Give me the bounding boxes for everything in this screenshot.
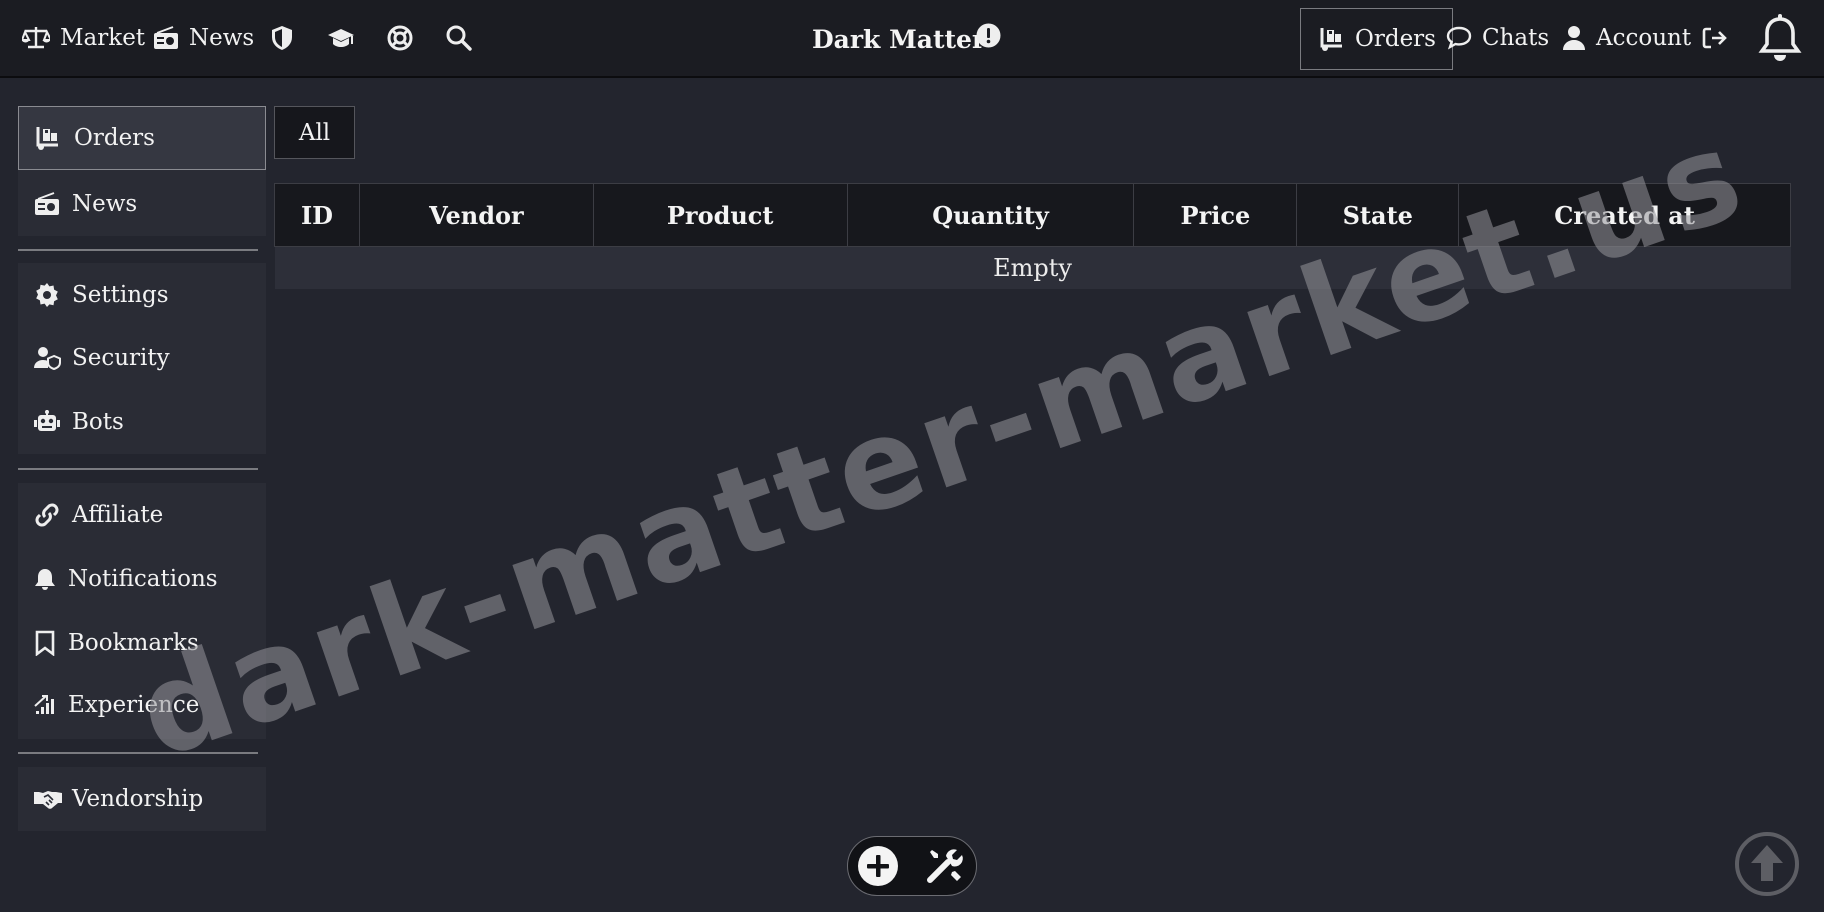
column-header-created-at[interactable]: Created at xyxy=(1458,183,1791,247)
life-ring-icon xyxy=(387,25,413,51)
nav-chats-label: Chats xyxy=(1482,25,1550,51)
nav-account[interactable]: Account xyxy=(1562,0,1691,76)
sidebar-divider xyxy=(18,468,258,470)
search-icon xyxy=(446,25,472,51)
sidebar-divider xyxy=(18,752,258,754)
nav-market-label: Market xyxy=(60,25,146,51)
bell-icon xyxy=(34,567,56,591)
floating-action-bar xyxy=(847,836,977,896)
graduation-cap-icon xyxy=(327,26,355,50)
nav-account-label: Account xyxy=(1596,25,1692,51)
column-header-quantity[interactable]: Quantity xyxy=(846,183,1135,247)
user-icon xyxy=(1562,25,1586,51)
empty-state-text: Empty xyxy=(274,246,1791,289)
column-header-state[interactable]: State xyxy=(1296,183,1460,247)
sidebar-item-bots[interactable]: Bots xyxy=(18,390,266,454)
column-header-product[interactable]: Product xyxy=(592,183,848,247)
table-row: Empty xyxy=(274,246,1791,289)
nav-logout[interactable] xyxy=(1702,0,1728,76)
bookmark-icon xyxy=(34,630,56,656)
sidebar-item-vendorship[interactable]: Vendorship xyxy=(18,767,266,831)
nav-education[interactable] xyxy=(327,0,355,76)
sidebar-group-account: Affiliate Notifications Bookmarks Experi… xyxy=(18,483,266,739)
sidebar-item-orders[interactable]: Orders xyxy=(18,106,266,170)
sidebar-group-main: Orders News xyxy=(18,106,266,236)
column-header-id[interactable]: ID xyxy=(274,183,360,247)
nav-shield[interactable] xyxy=(270,0,294,76)
sidebar-item-label: Bookmarks xyxy=(68,630,199,656)
nav-notifications[interactable] xyxy=(1758,0,1802,76)
sidebar-item-label: Affiliate xyxy=(72,502,164,528)
top-navbar: Market News Dark Matter Orders Chats Acc… xyxy=(0,0,1824,78)
user-shield-icon xyxy=(34,346,62,370)
chart-growth-icon xyxy=(34,694,56,716)
link-icon xyxy=(34,502,60,528)
sidebar-group-vendor: Vendorship xyxy=(18,767,266,831)
arrow-up-circle-icon[interactable] xyxy=(1734,831,1800,901)
sidebar-item-security[interactable]: Security xyxy=(18,326,266,390)
sidebar-item-news[interactable]: News xyxy=(18,172,266,236)
sidebar-item-bookmarks[interactable]: Bookmarks xyxy=(18,611,266,675)
sidebar-item-label: Notifications xyxy=(68,566,218,592)
sidebar-item-label: Experience xyxy=(68,692,200,718)
sidebar-divider xyxy=(18,249,258,251)
dolly-cart-icon xyxy=(35,125,61,151)
nav-news-label: News xyxy=(189,25,255,51)
orders-table: ID Vendor Product Quantity Price State C… xyxy=(274,183,1791,289)
filter-all-button[interactable]: All xyxy=(274,106,355,159)
nav-orders-label: Orders xyxy=(1355,26,1436,52)
nav-news[interactable]: News xyxy=(153,0,254,76)
tools-icon[interactable] xyxy=(924,846,966,892)
exclamation-circle-icon[interactable] xyxy=(976,23,1001,52)
radio-icon xyxy=(34,192,60,216)
sidebar-item-affiliate[interactable]: Affiliate xyxy=(18,483,266,547)
sidebar-item-experience[interactable]: Experience xyxy=(18,673,266,737)
chat-bubble-icon xyxy=(1446,26,1472,50)
column-header-vendor[interactable]: Vendor xyxy=(358,183,594,247)
sidebar-group-settings: Settings Security Bots xyxy=(18,263,266,454)
shield-icon xyxy=(270,25,294,51)
sign-out-icon xyxy=(1702,26,1728,50)
table-header-row: ID Vendor Product Quantity Price State C… xyxy=(274,183,1791,247)
nav-orders[interactable]: Orders xyxy=(1300,8,1453,70)
column-header-price[interactable]: Price xyxy=(1133,183,1298,247)
sidebar-item-label: Settings xyxy=(72,282,169,308)
brand-title[interactable]: Dark Matter xyxy=(812,0,985,78)
robot-icon xyxy=(34,410,60,434)
bell-icon xyxy=(1758,13,1802,63)
gear-icon xyxy=(34,282,60,308)
sidebar-item-label: Orders xyxy=(74,125,155,151)
nav-market[interactable]: Market xyxy=(22,0,145,76)
nav-search[interactable] xyxy=(446,0,472,76)
sidebar-item-notifications[interactable]: Notifications xyxy=(18,547,266,611)
sidebar-item-label: Bots xyxy=(72,409,124,435)
radio-icon xyxy=(153,26,179,50)
dolly-cart-icon xyxy=(1319,26,1345,52)
sidebar-item-settings[interactable]: Settings xyxy=(18,263,266,327)
plus-circle-icon[interactable] xyxy=(858,846,898,890)
nav-chats[interactable]: Chats xyxy=(1446,0,1549,76)
handshake-icon xyxy=(34,789,62,809)
nav-support[interactable] xyxy=(387,0,413,76)
balance-scale-icon xyxy=(22,25,50,51)
sidebar-item-label: News xyxy=(72,191,138,217)
sidebar-item-label: Security xyxy=(72,345,170,371)
sidebar-item-label: Vendorship xyxy=(72,786,204,812)
